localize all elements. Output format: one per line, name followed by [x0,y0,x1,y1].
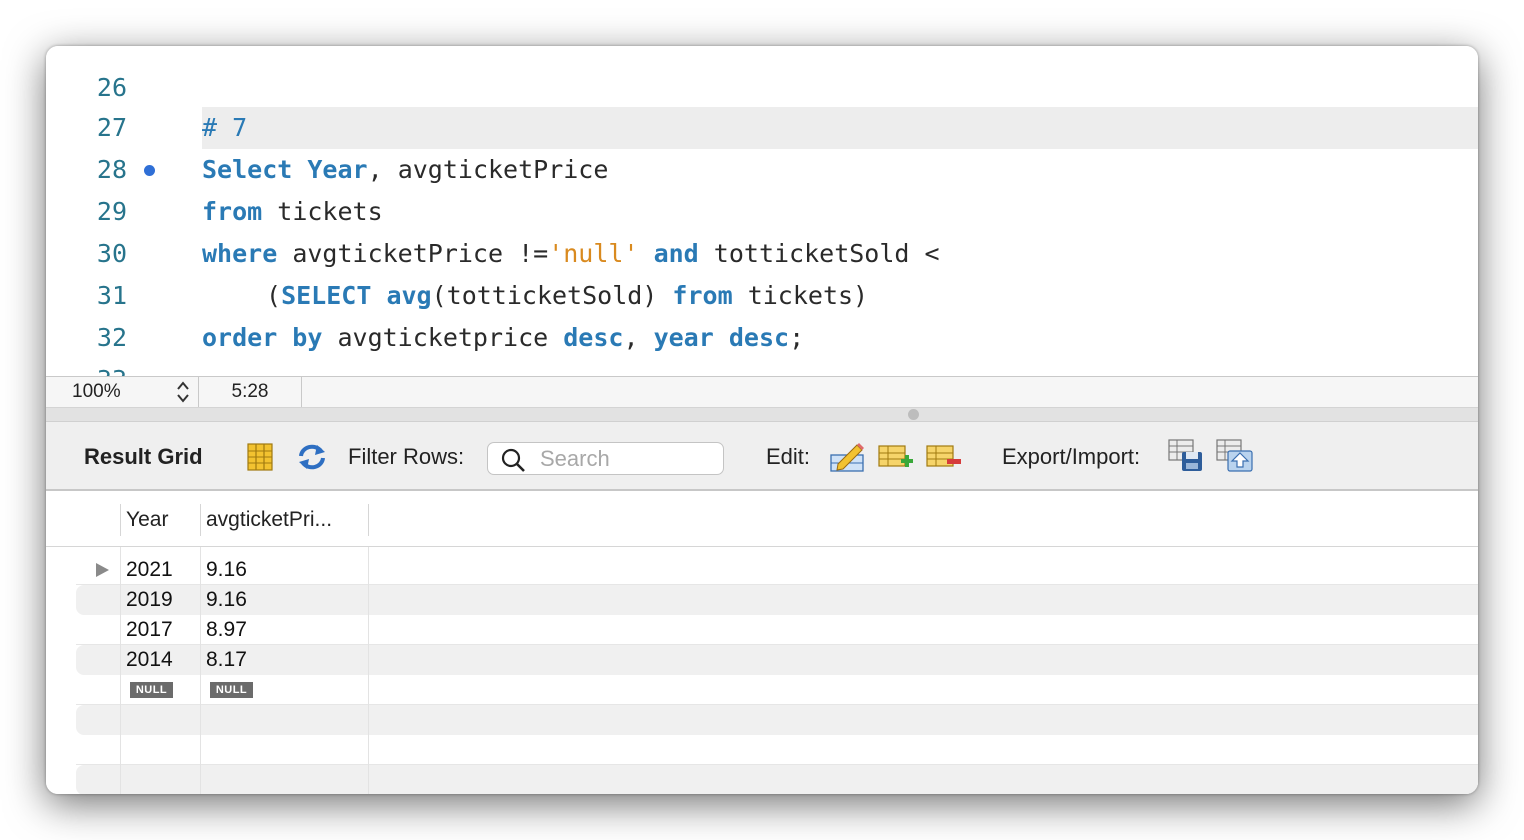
sql-keyword: from [202,197,263,226]
sql-text: , avgticketPrice [367,155,609,184]
sql-text: totticketSold < [698,239,940,268]
sql-function: avg [386,281,432,310]
table-row[interactable]: 2019 9.16 [46,585,1478,615]
editor-line[interactable]: 32 (SELECT avg(totticketSold) from ticke… [46,275,1478,352]
cursor-position: 5:28 [199,377,302,407]
code-text[interactable]: # 7 [202,107,1478,149]
table-row[interactable]: 2014 8.17 [46,645,1478,675]
sql-text: avgticketPrice != [277,239,549,268]
cell-avgticketprice[interactable]: 9.16 [206,555,247,585]
column-separator [368,504,369,536]
table-row[interactable]: 2017 8.97 [46,615,1478,645]
grid-column-line [200,547,201,794]
sql-keyword: and [653,239,699,268]
column-separator [120,504,121,536]
sql-keyword: Year [307,155,368,184]
cell-year[interactable]: 2021 [126,555,173,585]
table-row[interactable]: 2021 9.16 [46,555,1478,585]
sql-text: ; [789,323,805,352]
sql-editor[interactable]: 26 27 28 # 7 29 Select Year, avgticketPr… [46,46,1478,376]
filter-search-field[interactable] [487,442,724,475]
sql-keyword: year [653,323,714,352]
cell-avgticketprice[interactable]: 9.16 [206,585,247,615]
splitter-handle-icon[interactable] [908,409,919,420]
sql-text: ( [266,281,282,310]
sql-comment: # 7 [202,113,248,142]
code-text[interactable]: from tickets [202,191,1478,233]
code-text[interactable]: Select Year, avgticketPrice [202,149,1478,191]
sql-keyword: desc [563,323,624,352]
grid-column-line [120,547,121,794]
stepper-chevrons-icon[interactable] [176,380,190,404]
cell-year[interactable]: 2017 [126,615,173,645]
sql-text: avgticketprice [322,323,564,352]
cell-avgticketprice[interactable]: 8.17 [206,645,247,675]
sql-keyword: Select [202,155,293,184]
sql-text: , [623,323,654,352]
search-input[interactable] [540,446,718,472]
cell-year[interactable]: 2014 [126,645,173,675]
statement-marker-icon[interactable] [144,165,155,176]
sql-keyword: desc [728,323,790,352]
refresh-icon[interactable] [296,442,328,472]
import-upload-icon[interactable] [1216,438,1254,472]
result-grid-tab[interactable]: Result Grid [84,422,203,491]
code-text[interactable]: where avgticketPrice !='null' and tottic… [202,233,1478,275]
sql-text: tickets) [732,281,869,310]
editor-line: 26 [46,46,1478,102]
code-text[interactable]: (SELECT avg(totticketSold) from tickets) [202,275,1478,317]
column-separator [200,504,201,536]
export-save-icon[interactable] [1168,438,1204,472]
result-toolbar: Result Grid Filter Rows: Edit: [46,422,1478,491]
export-import-label: Export/Import: [1002,444,1141,469]
sql-text: tickets [262,197,383,226]
sql-keyword: SELECT [281,281,372,310]
code-text[interactable]: order by avgticketprice desc, year desc; [202,317,1478,359]
cell-avgticketprice[interactable]: 8.97 [206,615,247,645]
null-badge[interactable]: NULL [210,682,253,698]
null-badge[interactable]: NULL [130,682,173,698]
cell-year[interactable]: 2019 [126,585,173,615]
search-icon [501,448,525,472]
grid-header: Year avgticketPri... [46,491,1478,547]
editor-line[interactable]: 27 [46,65,1478,142]
empty-row [46,735,1478,765]
column-header-avgticketprice[interactable]: avgticketPri... [206,505,332,535]
zoom-value: 100% [72,381,121,402]
editor-line[interactable]: 31 where avgticketPrice !='null' and tot… [46,233,1478,310]
table-row-new[interactable]: NULL NULL [46,675,1478,705]
editor-line[interactable]: 33 order by avgticketprice desc, year de… [46,317,1478,376]
sql-keyword: order by [202,323,323,352]
editor-line-current[interactable]: 28 # 7 [46,107,1478,184]
zoom-selector[interactable]: 100% [46,377,199,407]
line-number: 33 [46,359,127,376]
empty-row [46,765,1478,794]
mysql-workbench-window: 26 27 28 # 7 29 Select Year, avgticketPr… [46,46,1478,794]
result-grid[interactable]: Year avgticketPri... 2021 9.16 2019 9.16… [46,491,1478,794]
edit-pencil-icon[interactable] [830,442,866,472]
sql-keyword: from [672,281,733,310]
column-header-year[interactable]: Year [126,505,168,535]
editor-status-bar: 100% 5:28 [46,376,1478,408]
pane-splitter[interactable] [46,408,1478,422]
current-row-arrow-icon [96,563,109,577]
grid-layout-icon[interactable] [245,442,277,472]
empty-row [46,705,1478,735]
grid-column-line [368,547,369,794]
editor-line[interactable]: 29 Select Year, avgticketPrice [46,149,1478,226]
code-text[interactable] [202,65,1478,107]
delete-row-icon[interactable] [926,442,962,472]
sql-text: (totticketSold) [431,281,673,310]
filter-rows-label: Filter Rows: [348,444,465,469]
add-row-icon[interactable] [878,442,914,472]
sql-keyword: where [202,239,278,268]
edit-label: Edit: [766,444,811,469]
editor-line[interactable]: 30 from tickets [46,191,1478,268]
sql-string: 'null' [548,239,639,268]
